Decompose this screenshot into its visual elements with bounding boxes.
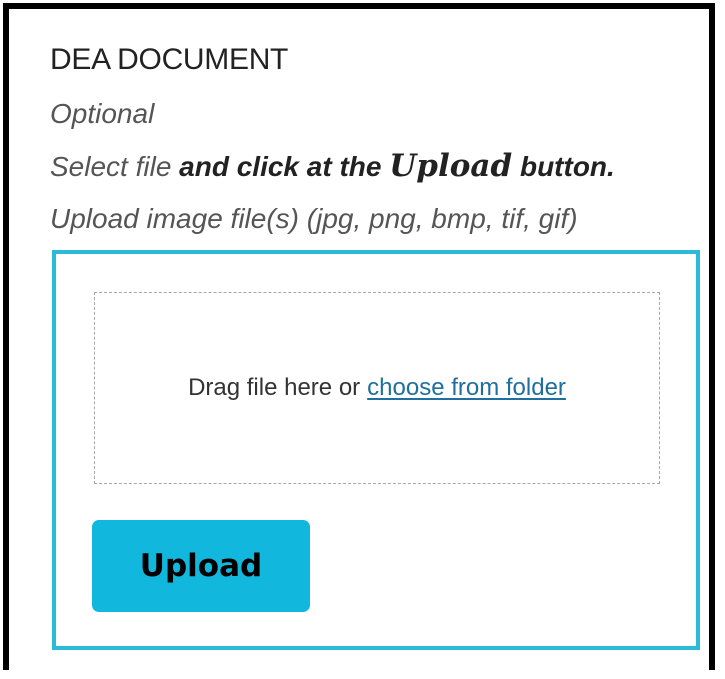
instruction-bold-text: and click at the Upload button.	[179, 148, 615, 184]
instruction-suffix: button.	[512, 151, 615, 182]
optional-label: Optional	[50, 98, 155, 129]
upload-button[interactable]: Upload	[92, 520, 310, 612]
dea-document-section: DEA DOCUMENT Optional Select file and cl…	[50, 40, 725, 245]
file-types-hint: Upload image file(s) (jpg, png, bmp, tif…	[50, 203, 578, 234]
instruction-upload-word: Upload	[389, 148, 513, 184]
section-title: DEA DOCUMENT	[50, 43, 289, 76]
file-dropzone[interactable]: Drag file here or choose from folder	[94, 292, 660, 484]
dropzone-prompt: Drag file here or	[188, 374, 361, 401]
upload-panel: Drag file here or choose from folder Upl…	[52, 250, 700, 650]
instruction-bold-part: and click at the	[179, 151, 390, 182]
instruction-prefix: Select file	[50, 151, 180, 182]
upload-instruction: Select file and click at the Upload butt…	[50, 140, 725, 193]
choose-from-folder-link[interactable]: choose from folder	[367, 374, 566, 402]
